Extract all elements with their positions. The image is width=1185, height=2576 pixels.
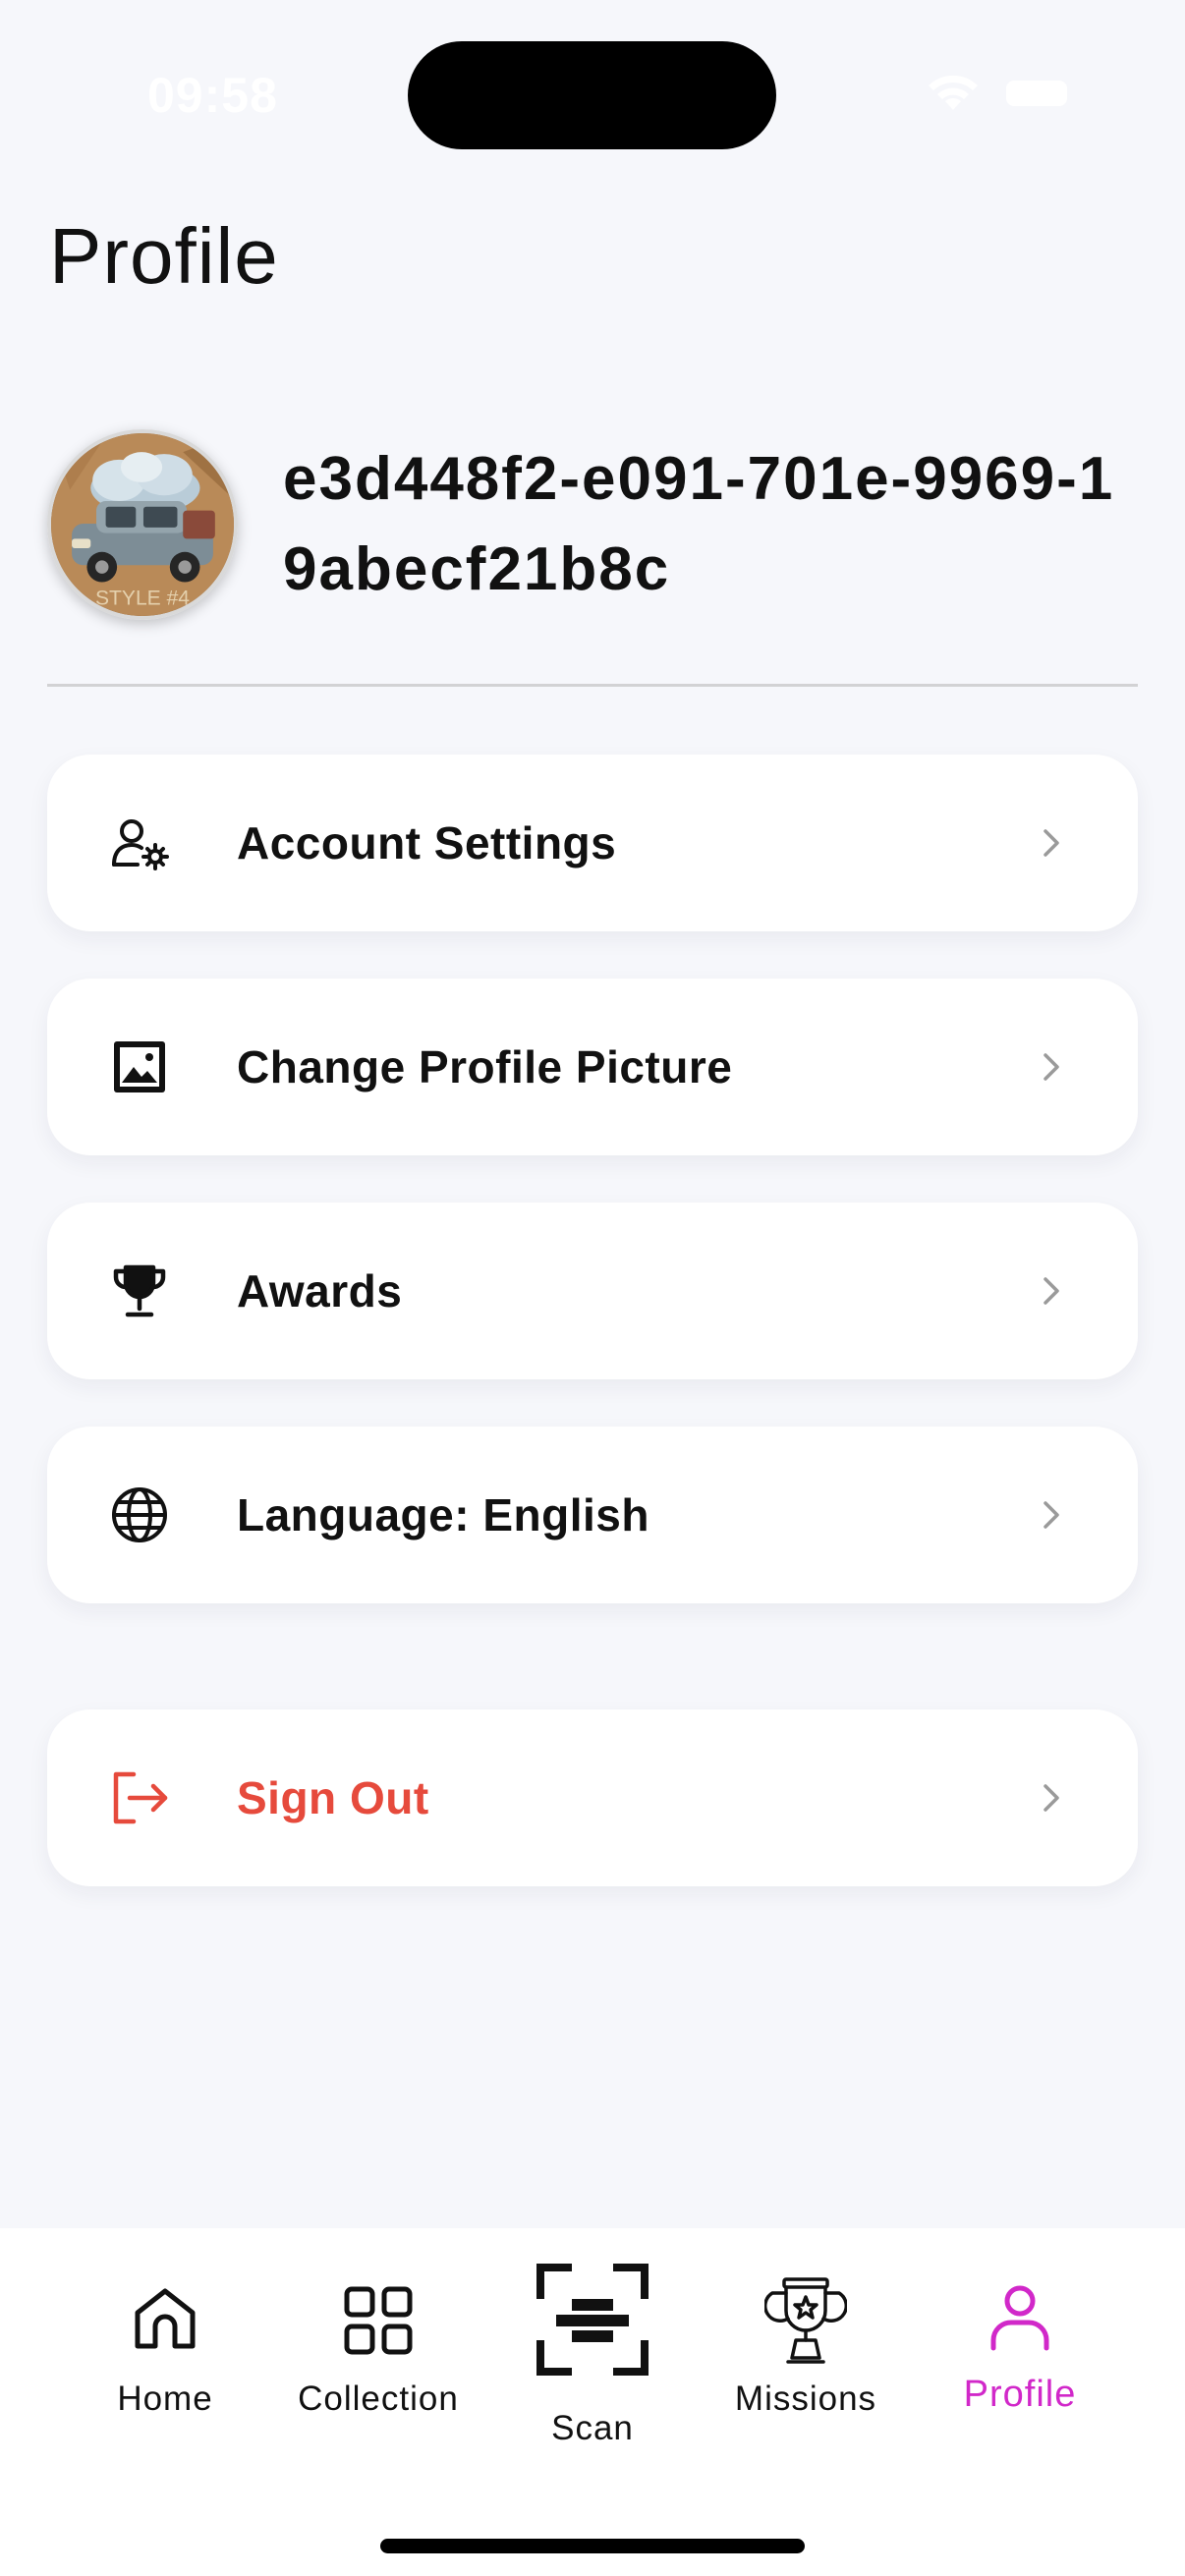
home-icon: [130, 2283, 200, 2359]
tab-scan[interactable]: Scan: [494, 2228, 691, 2484]
chevron-right-icon: [1028, 819, 1075, 867]
wifi-icon: [924, 71, 983, 114]
chevron-right-icon: [1028, 1774, 1075, 1821]
trophy-icon: [108, 1260, 171, 1322]
account-settings-item[interactable]: Account Settings: [47, 755, 1138, 931]
sign-out-item[interactable]: Sign Out: [47, 1709, 1138, 1886]
chevron-right-icon: [1028, 1491, 1075, 1539]
status-time: 09:58: [147, 68, 278, 123]
battery-icon: [1006, 81, 1067, 106]
chevron-right-icon: [1028, 1267, 1075, 1315]
language-item[interactable]: Language: English: [47, 1427, 1138, 1603]
chevron-right-icon: [1028, 1043, 1075, 1091]
awards-label: Awards: [237, 1265, 403, 1316]
tab-home[interactable]: Home: [67, 2228, 263, 2484]
language-label: Language: English: [237, 1489, 649, 1540]
tab-missions-label: Missions: [734, 2380, 877, 2418]
logout-icon: [108, 1766, 171, 1829]
trophy-star-icon: [762, 2275, 849, 2371]
scan-icon: [535, 2262, 650, 2382]
avatar-car-image: STYLE #4: [51, 433, 234, 616]
sign-out-label: Sign Out: [237, 1772, 429, 1823]
user-id: e3d448f2-e091-701e-9969-19abecf21b8c: [283, 445, 1115, 603]
tab-profile-label: Profile: [963, 2374, 1077, 2415]
tab-profile[interactable]: Profile: [922, 2228, 1118, 2484]
tab-home-label: Home: [117, 2380, 213, 2418]
profile-screen: 09:58 Profile STYLE #4 e3d448f2-e091-701…: [0, 0, 1185, 2576]
page-title: Profile: [49, 212, 279, 300]
dynamic-island: [408, 41, 776, 149]
divider: [47, 684, 1138, 687]
image-icon: [108, 1036, 171, 1098]
avatar-caption: STYLE #4: [95, 587, 190, 609]
account-settings-label: Account Settings: [237, 817, 617, 868]
tab-scan-label: Scan: [551, 2409, 634, 2447]
awards-item[interactable]: Awards: [47, 1203, 1138, 1379]
user-gear-icon: [108, 812, 171, 874]
tab-collection[interactable]: Collection: [280, 2228, 477, 2484]
home-indicator[interactable]: [380, 2539, 805, 2553]
change-profile-picture-item[interactable]: Change Profile Picture: [47, 979, 1138, 1155]
tab-collection-label: Collection: [298, 2380, 459, 2418]
user-icon: [988, 2283, 1052, 2357]
avatar[interactable]: STYLE #4: [47, 429, 238, 620]
change-profile-picture-label: Change Profile Picture: [237, 1041, 733, 1092]
bottom-tab-bar: Home Collection Scan Missions Profile: [0, 2228, 1185, 2576]
grid-icon: [343, 2285, 414, 2361]
globe-icon: [108, 1484, 171, 1546]
tab-missions[interactable]: Missions: [707, 2228, 904, 2484]
